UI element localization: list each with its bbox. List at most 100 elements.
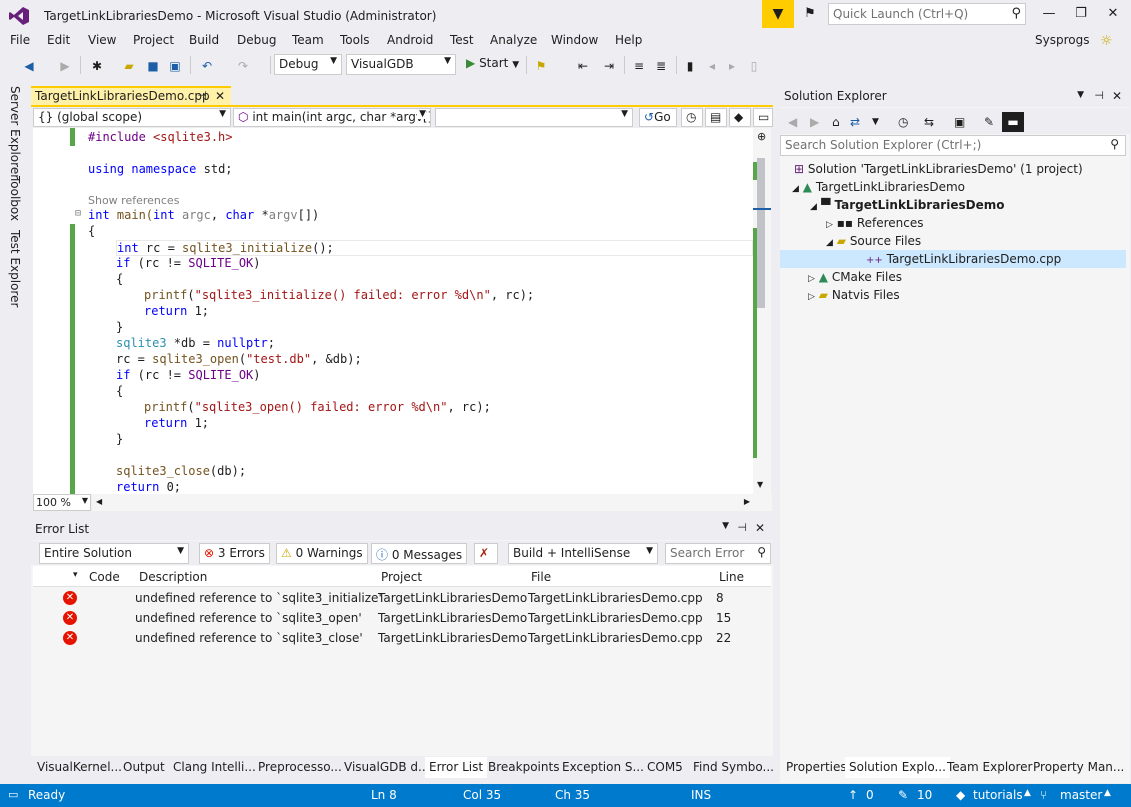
step-icon[interactable]: ⇤ [574,56,592,76]
status-changes[interactable]: 10 [917,788,932,802]
menu-project[interactable]: Project [133,33,174,47]
tab-team-explorer[interactable]: Team Explorer [943,759,1037,777]
scroll-right-icon[interactable]: ▶ [744,497,750,506]
repo-icon[interactable]: ◆ [956,788,965,802]
tab-property-manager[interactable]: Property Man... [1029,759,1128,777]
home-icon[interactable]: ⌂ [832,112,840,132]
menu-debug[interactable]: Debug [237,33,276,47]
error-row[interactable]: ✕ undefined reference to `sqlite3_initia… [33,588,771,608]
publish-icon[interactable]: ↑ [848,788,858,802]
status-branch[interactable]: master [1060,788,1102,802]
tree-solution[interactable]: ⊞ Solution 'TargetLinkLibrariesDemo' (1 … [794,160,1083,178]
zoom-select[interactable]: 100 % ▼ [33,494,91,511]
tag-button[interactable]: ◆ [729,108,751,127]
panel-menu-icon[interactable]: ▼ [722,521,729,531]
browse-icon[interactable]: ⚑ [532,56,550,76]
menu-view[interactable]: View [88,33,116,47]
feedback-icon[interactable]: ⚑ [796,0,824,28]
filter-column-icon[interactable]: ▾ [73,570,78,580]
uncomment-icon[interactable]: ≣ [652,56,670,76]
save-icon[interactable]: ■ [144,56,162,76]
test-explorer-tab[interactable]: Test Explorer [8,230,22,307]
tab-properties[interactable]: Properties [782,759,851,777]
clear-bookmarks-icon[interactable]: ▯ [746,56,762,76]
tab-clang-intellisense[interactable]: Clang Intelli... [169,759,260,777]
scope-filter-select[interactable]: Entire Solution ▼ [39,543,189,564]
notifications-icon[interactable]: ▼ [762,0,794,28]
tab-output[interactable]: Output [119,759,169,777]
feedback-smiley-icon[interactable]: ☼ [1100,33,1113,49]
forward-icon[interactable]: ▶ [56,56,74,76]
tree-cpp-file[interactable]: ++ TargetLinkLibrariesDemo.cpp [780,250,1126,268]
close-panel-icon[interactable]: ✕ [1112,89,1122,103]
new-project-icon[interactable]: ✱ [86,56,108,76]
split-editor-icon[interactable]: ⊕ [757,130,766,143]
tree-cmake-root[interactable]: ◢ ▲ TargetLinkLibrariesDemo [792,178,965,196]
open-folder-icon[interactable]: ▰ [120,56,138,76]
messages-toggle[interactable]: ⓘ 0 Messages [371,543,468,564]
pending-changes-icon[interactable]: ◷ [898,112,908,132]
editor-horizontal-scrollbar[interactable]: ◀ ▶ [92,494,772,511]
tab-exception-settings[interactable]: Exception S... [558,759,648,777]
history-button[interactable]: ◷ [681,108,703,127]
tab-error-list[interactable]: Error List [425,757,488,778]
tree-cmake-files[interactable]: ▷ ▲ CMake Files [808,268,902,286]
column-description[interactable]: Description [139,570,207,584]
function-select[interactable]: ⬡ int main(int argc, char *argv[]) ▼ [233,108,431,127]
pin-icon[interactable]: ⊣ [737,521,747,534]
menu-build[interactable]: Build [189,33,219,47]
editor-vertical-scrollbar[interactable]: ⊕ ▼ [753,128,771,494]
quick-launch-input[interactable]: Quick Launch (Ctrl+Q) ⚲ [828,3,1026,25]
preview-icon[interactable]: ▬ [1002,112,1024,132]
warnings-toggle[interactable]: ⚠ 0 Warnings [276,543,368,564]
maximize-button[interactable]: ❐ [1068,4,1094,24]
tree-references[interactable]: ▷ ▪▪ References [826,214,924,232]
collapse-all-icon[interactable]: ▣ [954,112,965,132]
bookmark-icon[interactable]: ▮ [682,56,698,76]
column-line[interactable]: Line [719,570,744,584]
pin-icon[interactable]: ⊣ [1094,89,1104,102]
close-tab-icon[interactable]: ✕ [215,89,225,103]
go-button[interactable]: ↺Go [639,108,677,127]
error-row[interactable]: ✕ undefined reference to `sqlite3_close'… [33,628,771,648]
editor-tab-active[interactable]: TargetLinkLibrariesDemo.cpp ⊣ ✕ [31,86,231,105]
save-all-icon[interactable]: ▣ [166,56,184,76]
forward-icon[interactable]: ▶ [810,112,819,132]
toolbox-tab[interactable]: Toolbox [8,176,22,221]
tab-preprocessor[interactable]: Preprocesso... [254,759,346,777]
scroll-thumb[interactable] [757,158,765,308]
back-icon[interactable]: ◀ [788,112,797,132]
tab-visualgdb-diagnostics[interactable]: VisualGDB d... [340,759,433,777]
clear-filter-button[interactable]: ✗ [474,543,498,564]
solution-explorer-search-input[interactable]: Search Solution Explorer (Ctrl+;) ⚲ [780,135,1126,156]
tab-breakpoints[interactable]: Breakpoints [484,759,563,777]
error-row[interactable]: ✕ undefined reference to `sqlite3_open' … [33,608,771,628]
menu-test[interactable]: Test [450,33,474,47]
sync-icon[interactable]: ⇄ [850,112,860,132]
status-unpushed[interactable]: 0 [866,788,874,802]
menu-analyze[interactable]: Analyze [490,33,537,47]
menu-file[interactable]: File [10,33,30,47]
branch-icon[interactable]: ⑂ [1040,788,1047,802]
member-select[interactable]: ▼ [435,108,633,127]
minimize-button[interactable]: — [1036,4,1062,24]
tree-project[interactable]: ◢ ▀ TargetLinkLibrariesDemo [810,196,1004,214]
column-code[interactable]: Code [89,570,120,584]
close-panel-icon[interactable]: ✕ [755,521,765,535]
status-repository[interactable]: tutorials [973,788,1023,802]
undo-icon[interactable]: ↶ [196,56,218,76]
scope-select[interactable]: {} (global scope) ▼ [33,108,231,127]
user-account[interactable]: Sysprogs [1035,33,1089,47]
back-icon[interactable]: ◀ [20,56,38,76]
start-debugging-button[interactable]: ▶ Start ▼ [462,54,523,75]
tab-find-symbol[interactable]: Find Symbo... [689,759,778,777]
menu-android[interactable]: Android [387,33,433,47]
column-project[interactable]: Project [381,570,422,584]
tab-solution-explorer[interactable]: Solution Explo... [845,757,950,778]
redo-icon[interactable]: ↷ [232,56,254,76]
scroll-left-icon[interactable]: ◀ [96,497,102,506]
solution-configuration-select[interactable]: Debug ▼ [274,54,342,75]
split-button[interactable]: ▭ [753,108,773,127]
comment-icon[interactable]: ≡ [630,56,648,76]
error-search-input[interactable]: Search Error ⚲ [665,543,771,564]
